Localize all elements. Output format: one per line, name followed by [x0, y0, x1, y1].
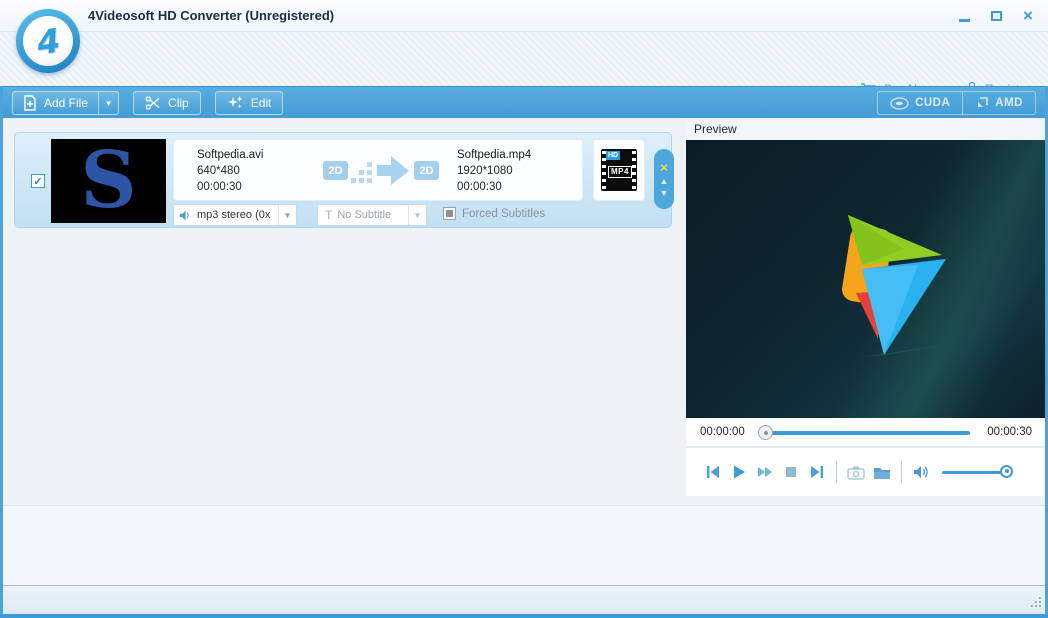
output-format-box: HD MP4	[593, 139, 645, 201]
stop-button[interactable]	[778, 461, 804, 483]
minimize-button[interactable]	[956, 8, 972, 24]
status-bar	[0, 585, 1048, 614]
nvidia-cuda-icon	[890, 96, 909, 110]
conversion-arrow-icon	[351, 156, 409, 185]
cuda-button[interactable]: CUDA	[878, 92, 962, 114]
hd-mp4-format-icon: HD MP4	[601, 149, 637, 191]
open-snapshot-folder-button[interactable]	[869, 461, 895, 483]
output-resolution: 1920*1080	[457, 165, 513, 177]
row-actions-pill: × ▲ ▼	[654, 149, 674, 209]
volume-icon	[913, 466, 928, 478]
window-frame-left	[0, 86, 3, 618]
edit-button[interactable]: Edit	[214, 91, 284, 115]
resize-grip[interactable]	[1039, 605, 1041, 607]
subtitle-select[interactable]: T No Subtitle ▼	[317, 204, 427, 226]
preview-title: Preview	[694, 122, 737, 136]
preview-timeline: 00:00:00 00:00:30	[686, 418, 1048, 447]
stop-icon	[786, 467, 796, 477]
preview-header: Preview	[686, 118, 1048, 140]
next-button[interactable]	[804, 461, 830, 483]
add-file-split-button: Add File ▼	[12, 91, 120, 115]
fast-forward-button[interactable]	[752, 461, 778, 483]
source-2d-badge: 2D	[323, 161, 348, 180]
play-button[interactable]	[726, 461, 752, 483]
previous-frame-button[interactable]	[700, 461, 726, 483]
folder-icon	[874, 467, 890, 479]
move-up-icon[interactable]: ▲	[660, 176, 669, 186]
previous-frame-icon	[707, 466, 719, 478]
close-button[interactable]: ×	[1020, 6, 1036, 25]
seek-slider[interactable]	[758, 425, 970, 440]
forced-subtitles-checkbox[interactable]: Forced Subtitles	[443, 207, 545, 220]
file-checkbox-checked[interactable]: ✓	[31, 174, 45, 188]
output-duration: 00:00:30	[457, 181, 502, 193]
source-duration: 00:00:30	[197, 181, 242, 193]
source-resolution: 640*480	[197, 165, 240, 177]
add-file-button[interactable]: Add File	[13, 92, 98, 114]
maximize-icon	[990, 11, 1002, 21]
gpu-button-group: CUDA AMD	[877, 91, 1036, 115]
volume-slider-thumb[interactable]	[1000, 464, 1013, 478]
subtitle-dropdown-arrow: ▼	[408, 205, 426, 225]
source-file-name: Softpedia.avi	[197, 149, 264, 161]
play-icon	[734, 465, 745, 479]
video-play-logo-icon	[842, 215, 946, 357]
snapshot-button[interactable]	[843, 461, 869, 483]
camera-icon	[847, 466, 865, 480]
window-frame-bottom	[0, 614, 1048, 618]
magic-stars-icon	[227, 96, 243, 109]
conversion-info-box: Softpedia.avi 640*480 00:00:30 2D 2D Sof…	[173, 139, 583, 201]
subtitle-t-icon: T	[325, 208, 333, 222]
title-bar: 4Videosoft HD Converter (Unregistered) ×	[0, 0, 1048, 32]
source-file-info: Softpedia.avi 640*480 00:00:30	[197, 147, 264, 195]
total-time: 00:00:30	[987, 426, 1032, 438]
menu-bar: File Edit Tools Help Buy Now Register	[0, 32, 1048, 99]
amd-icon	[978, 97, 989, 107]
volume-slider[interactable]	[942, 464, 1013, 478]
close-icon: ×	[1023, 6, 1033, 25]
subtitle-value: No Subtitle	[337, 209, 392, 221]
preview-video-area	[686, 140, 1048, 418]
video-thumbnail: S	[51, 139, 166, 223]
forced-subtitles-box	[443, 207, 456, 220]
audio-track-select[interactable]: mp3 stereo (0x ▼	[173, 204, 297, 226]
amd-button[interactable]: AMD	[962, 92, 1035, 114]
move-down-icon[interactable]: ▼	[660, 188, 669, 198]
controls-divider	[901, 461, 902, 483]
speaker-icon	[179, 210, 189, 220]
add-file-dropdown-arrow[interactable]: ▼	[98, 92, 118, 114]
remove-file-icon[interactable]: ×	[660, 161, 668, 174]
playback-controls	[686, 447, 1048, 496]
controls-divider	[836, 461, 837, 483]
add-file-icon	[24, 95, 36, 111]
mute-button[interactable]	[908, 461, 934, 483]
app-logo-icon: 4	[16, 9, 80, 73]
forced-subtitles-label: Forced Subtitles	[462, 207, 546, 220]
current-time: 00:00:00	[700, 426, 745, 438]
app-window: 4Videosoft HD Converter (Unregistered) ×…	[0, 0, 1048, 618]
fast-forward-icon	[757, 467, 772, 477]
audio-track-value: mp3 stereo (0x	[197, 209, 271, 221]
next-icon	[811, 466, 823, 478]
audio-dropdown-arrow: ▼	[278, 205, 296, 225]
output-file-name: Softpedia.mp4	[457, 149, 532, 161]
output-settings-bar: Profile: HD MP4 HD MPEG-4 Video (*.mp4) …	[0, 505, 1048, 585]
maximize-button[interactable]	[988, 8, 1004, 24]
minimize-icon	[958, 18, 970, 22]
scissors-icon	[145, 96, 160, 110]
output-file-info: Softpedia.mp4 1920*1080 00:00:30	[457, 147, 531, 195]
window-title: 4Videosoft HD Converter (Unregistered)	[88, 8, 335, 23]
output-2d-badge: 2D	[414, 161, 439, 180]
file-list-item[interactable]: ✓ S Softpedia.avi 640*480 00:00:30 2D 2D	[14, 132, 674, 228]
clip-button[interactable]: Clip	[133, 91, 201, 115]
seek-slider-thumb[interactable]	[758, 425, 773, 440]
main-toolbar: Add File ▼ Clip Edit CUDA AMD	[0, 86, 1048, 118]
